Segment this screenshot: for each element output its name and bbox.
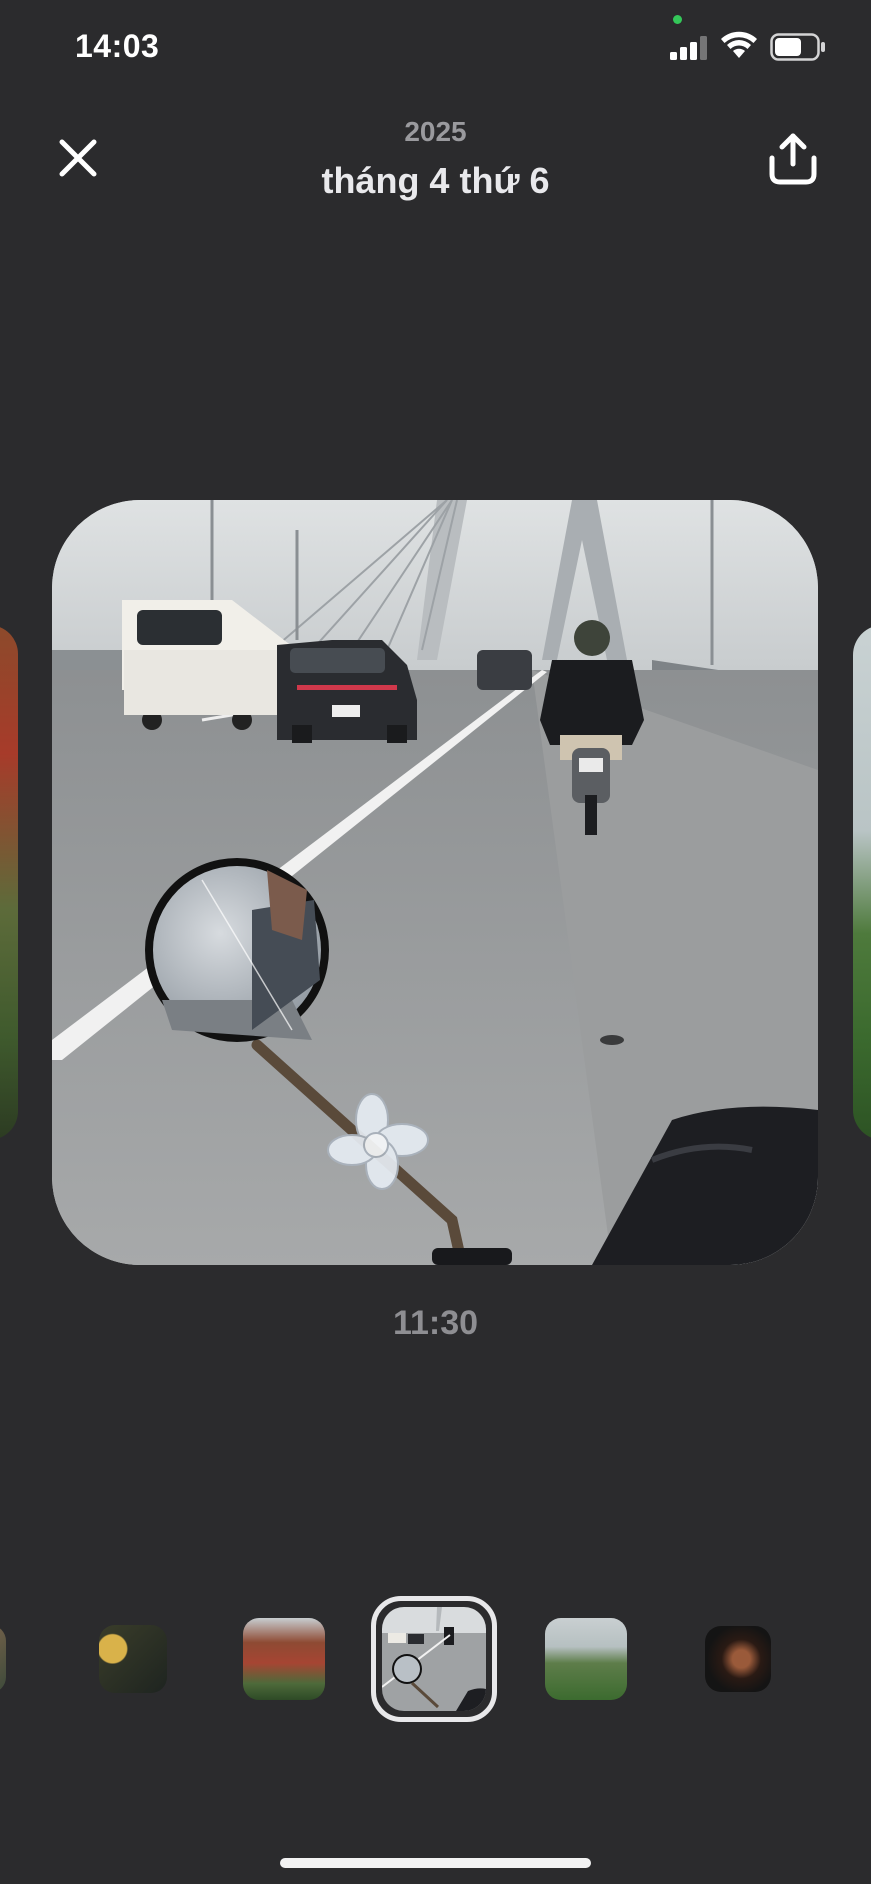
signal-icon: [670, 36, 707, 60]
year-label: 2025: [404, 116, 467, 147]
next-photo-preview[interactable]: [853, 625, 871, 1140]
thumbnail-2[interactable]: [99, 1625, 167, 1693]
photo-time-label: 11:30: [392, 1304, 479, 1342]
date-title: tháng 4 thứ 6: [321, 160, 550, 201]
battery-icon: [770, 33, 825, 61]
thumbnail-6[interactable]: [705, 1626, 771, 1692]
thumbnail-3[interactable]: [243, 1618, 325, 1700]
wifi-icon: [721, 31, 757, 58]
thumbnail-5[interactable]: [545, 1618, 627, 1700]
main-photo[interactable]: [52, 500, 818, 1265]
previous-photo-preview[interactable]: [0, 625, 18, 1140]
status-time: 14:03: [75, 28, 160, 64]
share-icon: [769, 133, 817, 185]
thumbnail-1[interactable]: [0, 1625, 6, 1693]
thumbnail-4-image: [382, 1607, 486, 1711]
home-indicator[interactable]: [280, 1858, 591, 1868]
share-button[interactable]: [762, 128, 824, 190]
camera-in-use-indicator: [673, 15, 682, 24]
